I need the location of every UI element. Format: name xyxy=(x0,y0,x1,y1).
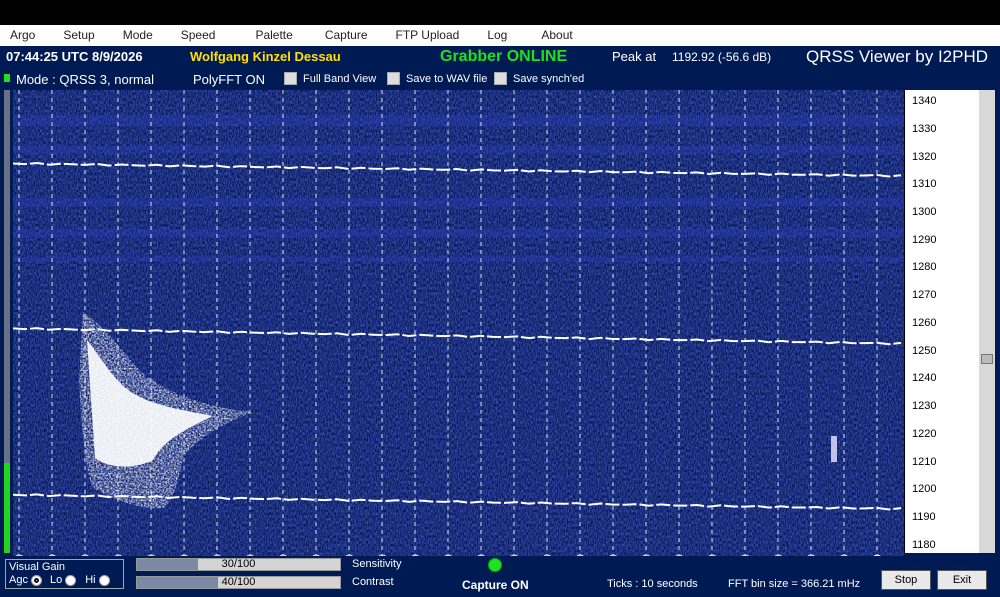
frequency-tick-label: 1230 xyxy=(912,400,937,413)
sensitivity-slider[interactable]: 30/100 xyxy=(136,558,341,571)
menu-speed[interactable]: Speed xyxy=(163,25,226,46)
frequency-axis: 1340 1330 1320 1310 1300 1290 1280 1270 1260 1250… xyxy=(904,90,979,553)
menu-capture[interactable]: Capture xyxy=(303,25,378,46)
menu-palette[interactable]: Palette xyxy=(225,25,302,46)
menu-setup[interactable]: Setup xyxy=(45,25,104,46)
menu-bar: Argo Setup Mode Speed Palette Capture FT… xyxy=(0,25,1000,46)
peak-value: 1192.92 (-56.6 dB) xyxy=(672,50,772,64)
noise-band xyxy=(13,114,904,127)
frequency-tick-label: 1200 xyxy=(912,483,937,496)
frequency-tick-label: 1270 xyxy=(912,289,937,302)
visual-gain-group: Visual Gain Agc Lo Hi xyxy=(5,559,124,589)
status-bar-options: Mode : QRSS 3, normal PolyFFT ON Full Ba… xyxy=(0,68,1000,106)
waterfall-noise xyxy=(13,90,904,597)
frequency-tick-label: 1280 xyxy=(912,261,937,274)
noise-band xyxy=(13,256,904,262)
exit-button[interactable]: Exit xyxy=(937,570,987,590)
level-meter-fill xyxy=(4,463,10,553)
peak-label: Peak at xyxy=(612,49,657,64)
hi-label: Hi xyxy=(85,574,96,586)
lo-label: Lo xyxy=(49,574,63,586)
menu-about[interactable]: About xyxy=(517,25,582,46)
frequency-tick-label: 1300 xyxy=(912,205,937,218)
frequency-tick-label: 1190 xyxy=(912,510,936,523)
lo-radio[interactable] xyxy=(65,574,77,586)
full-band-view-label: Full Band View xyxy=(303,72,377,85)
frequency-tick-label: 1180 xyxy=(912,538,936,551)
checkbox-icon xyxy=(284,72,297,85)
frequency-scrollbar-thumb[interactable] xyxy=(981,354,993,364)
utc-clock: 07:44:25 UTC 8/9/2026 xyxy=(6,49,143,64)
sensitivity-value: 30/100 xyxy=(221,558,256,570)
menu-log[interactable]: Log xyxy=(469,25,517,46)
frequency-tick-label: 1210 xyxy=(912,455,937,468)
menu-ftp-upload[interactable]: FTP Upload xyxy=(378,25,470,46)
grabber-status: Grabber ONLINE xyxy=(440,48,568,65)
hi-radio[interactable] xyxy=(98,574,110,586)
save-wav-label: Save to WAV file xyxy=(406,72,488,85)
ticks-readout: Ticks : 10 seconds xyxy=(607,578,698,590)
frequency-tick-label: 1250 xyxy=(912,344,937,357)
agc-label: Agc xyxy=(9,574,28,586)
frequency-tick-label: 1320 xyxy=(912,150,937,163)
menu-mode[interactable]: Mode xyxy=(105,25,163,46)
visual-gain-title: Visual Gain xyxy=(9,561,66,573)
status-bar-top: 07:44:25 UTC 8/9/2026 Wolfgang Kinzel De… xyxy=(0,46,1000,68)
contrast-slider[interactable]: 40/100 xyxy=(136,576,341,589)
frequency-tick-label: 1290 xyxy=(912,233,937,246)
frequency-tick-label: 1330 xyxy=(912,122,937,135)
station-name: Wolfgang Kinzel Dessau xyxy=(190,49,341,64)
app-brand: QRSS Viewer by I2PHD xyxy=(806,47,989,66)
frequency-tick-label: 1220 xyxy=(912,427,937,440)
contrast-value: 40/100 xyxy=(221,576,256,588)
menu-argo[interactable]: Argo xyxy=(0,25,45,46)
mode-readout: Mode : QRSS 3, normal xyxy=(16,72,154,87)
frequency-tick-label: 1260 xyxy=(912,316,937,329)
waterfall-display[interactable]: 07:40:0007:40:1007:40:2007:40:3007:40:40… xyxy=(13,90,904,597)
capture-led-icon xyxy=(488,558,502,572)
mode-led-icon xyxy=(4,74,10,82)
contrast-label: Contrast xyxy=(352,576,394,588)
checkbox-icon xyxy=(494,72,507,85)
control-panel: Visual Gain Agc Lo Hi 30/100 Sensitivity… xyxy=(0,556,1000,597)
frequency-tick-label: 1340 xyxy=(912,95,937,108)
signal-blip xyxy=(831,436,837,462)
full-band-view-checkbox[interactable]: Full Band View xyxy=(284,72,376,85)
save-synched-label: Save synch'ed xyxy=(513,72,585,85)
capture-status: Capture ON xyxy=(462,578,529,592)
agc-radio[interactable] xyxy=(30,574,42,586)
frequency-scrollbar[interactable] xyxy=(979,90,995,553)
frequency-tick-label: 1310 xyxy=(912,178,937,191)
save-synched-checkbox[interactable]: Save synch'ed xyxy=(494,72,584,85)
fft-bin-readout: FFT bin size = 366.21 mHz xyxy=(728,578,861,590)
noise-band xyxy=(13,198,904,207)
save-wav-checkbox[interactable]: Save to WAV file xyxy=(387,72,487,85)
sensitivity-label: Sensitivity xyxy=(352,558,402,570)
frequency-tick-label: 1240 xyxy=(912,372,937,385)
polyfft-status: PolyFFT ON xyxy=(193,72,265,87)
title-bar xyxy=(0,0,1000,25)
stop-button[interactable]: Stop xyxy=(881,570,931,590)
noise-band xyxy=(13,145,904,154)
qrss-viewer-window: 07:44:25 UTC 8/9/2026 Wolfgang Kinzel De… xyxy=(0,46,1000,597)
noise-band xyxy=(13,228,904,237)
checkbox-icon xyxy=(387,72,400,85)
level-meter xyxy=(4,90,10,553)
